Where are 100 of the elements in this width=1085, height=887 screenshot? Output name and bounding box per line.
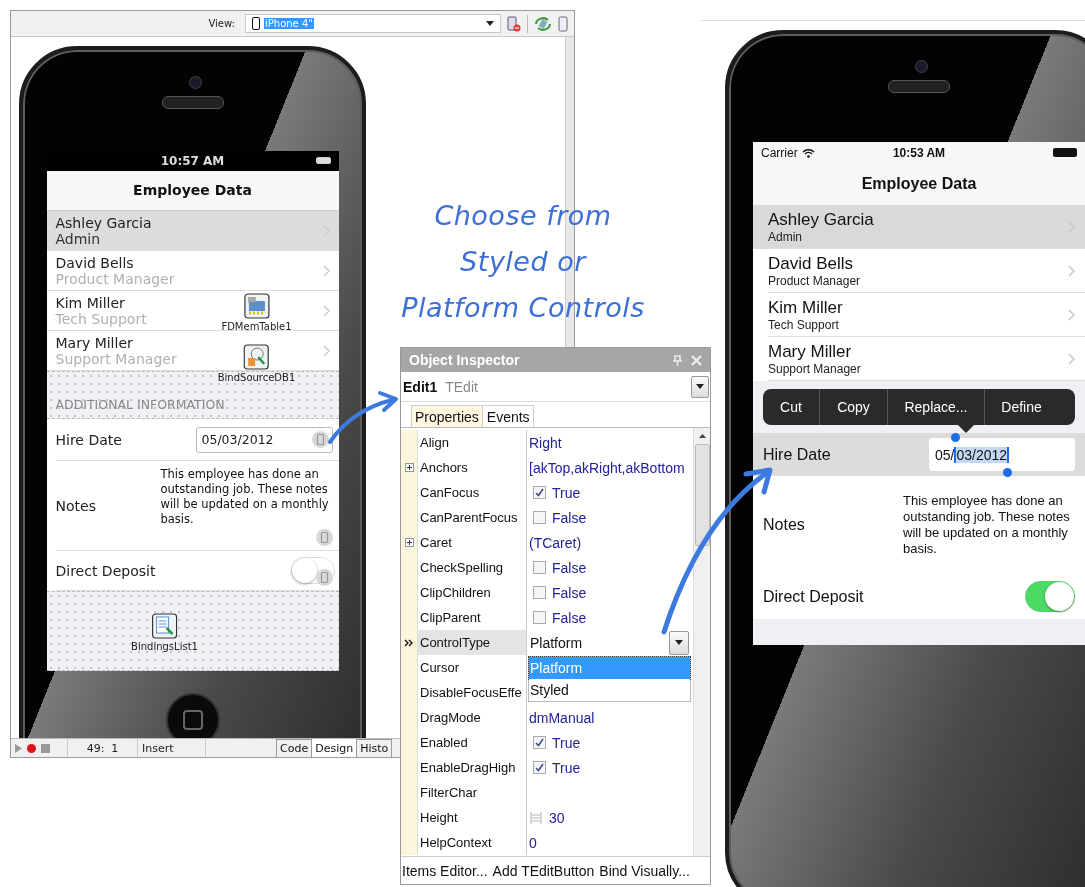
stop-icon[interactable] [41,743,50,753]
checkbox[interactable] [533,586,546,599]
chevron-right-icon [1068,353,1075,365]
checkbox[interactable] [533,736,546,749]
carrier-name: Carrier [761,145,798,160]
checkbox[interactable] [533,611,546,624]
current-row-icon [404,638,414,647]
screen-title: Employee Data [133,182,252,199]
property-name[interactable]: ClipChildren [418,580,527,605]
employee-role: Support Manager [768,362,861,376]
property-name[interactable]: HelpContext [418,830,527,855]
component-label: BindSourceDB1 [217,372,296,383]
property-name[interactable]: Caret [418,530,527,555]
expand-icon[interactable] [404,538,414,547]
property-name[interactable]: ControlType [418,630,527,655]
checkbox[interactable] [533,761,546,774]
device-indicator-icon [311,431,329,448]
property-name[interactable]: Height [418,805,527,830]
checkbox[interactable] [533,511,546,524]
employee-list-item[interactable]: Mary Miller Support Manager [753,337,1085,381]
component-label: BindingsList1 [131,641,198,652]
play-icon[interactable] [15,743,22,753]
field-label: Notes [55,497,97,514]
date-field[interactable]: 05/03/2012 [929,438,1075,471]
data-table-icon [243,293,270,319]
property-name[interactable]: DragMode [418,705,527,730]
selection-handle[interactable] [951,433,960,442]
property-name[interactable]: FilterChar [418,780,527,805]
checkbox[interactable] [533,561,546,574]
battery-icon [1053,148,1077,157]
employee-list-item[interactable]: David Bells Product Manager [753,249,1085,293]
dropdown-arrow-icon[interactable] [696,384,704,389]
phone-outline-icon[interactable] [558,15,568,32]
property-name[interactable]: CanFocus [418,480,527,505]
checkbox[interactable] [533,486,546,499]
device-indicator-icon [315,529,333,546]
expand-icon[interactable] [404,463,414,472]
object-type: TEdit [445,378,479,395]
property-name[interactable]: Align [418,430,527,455]
battery-icon [315,157,331,164]
menu-item[interactable]: Cut [763,389,819,425]
wifi-icon [801,147,815,158]
menu-item[interactable]: Copy [819,389,887,425]
scroll-thumb[interactable] [694,444,710,546]
speaker-grille [888,80,950,93]
speaker-grille [161,96,224,109]
employee-list-item[interactable]: Kim Miller Tech Support [753,293,1085,337]
view-tab[interactable]: Histo [356,739,392,757]
menu-item[interactable]: Replace... [887,389,984,425]
property-name[interactable]: Cursor [418,655,527,680]
date-field[interactable]: 05/03/2012 [195,426,333,453]
property-value: False [552,609,587,626]
home-button[interactable] [165,693,220,738]
dropdown-arrow-icon[interactable] [675,640,683,645]
view-tab[interactable]: Design [311,739,357,757]
object-dropdown-button[interactable] [691,375,709,398]
property-name[interactable]: CanParentFocus [418,505,527,530]
property-name[interactable]: EnableDragHigh [418,755,527,780]
employee-name: Ashley Garcia [768,210,874,230]
scroll-up-arrow-icon[interactable] [698,434,706,438]
property-name[interactable]: Enabled [418,730,527,755]
dropdown-arrow-icon[interactable] [486,21,494,26]
record-icon[interactable] [27,743,36,753]
selection-handle[interactable] [1003,468,1012,477]
employee-name: Mary Miller [55,334,133,351]
action-link[interactable]: Add TEditButton [492,862,595,879]
property-value: False [552,584,587,601]
property-combo[interactable]: Platform [529,630,693,655]
property-name[interactable]: Anchors [418,455,527,480]
view-label: View: [208,18,235,29]
menu-item[interactable]: Define [984,389,1058,425]
notes-text: This employee has done an outstanding job. These notes will be updated on a monthly basis. [160,467,330,527]
employee-name: David Bells [768,254,854,274]
chevron-right-icon [322,264,330,277]
property-name[interactable]: DisableFocusEffe [418,680,527,705]
inspector-tab[interactable]: Events [482,405,534,427]
inspector-tab[interactable]: Properties [411,405,483,427]
view-tab[interactable]: Code [276,739,312,757]
employee-list-item[interactable]: Ashley Garcia Admin [753,205,1085,249]
field-label: Hire Date [763,445,832,464]
cursor-position: 49: 1 [67,739,137,757]
employee-role: Product Manager [55,270,175,287]
pin-icon[interactable] [672,354,683,366]
device-remove-icon[interactable] [507,15,521,32]
action-link[interactable]: Items Editor... [402,862,488,879]
bindings-list-icon [151,613,178,639]
field-label: Direct Deposit [55,562,157,579]
property-value: False [552,559,587,576]
toggle-switch[interactable] [1025,581,1075,612]
rotate-icon[interactable] [534,15,552,32]
phone-icon [252,17,260,30]
property-value: False [552,509,587,526]
action-link[interactable]: Bind Visually... [599,862,690,879]
employee-list-item[interactable]: Ashley Garcia Admin [46,211,339,251]
handwritten-caption: Styled or [460,245,586,279]
employee-role: Support Manager [55,350,177,367]
size-icon [529,810,543,825]
employee-role: Admin [55,230,101,247]
close-icon[interactable] [691,354,702,366]
property-name[interactable]: CheckSpelling [418,555,527,580]
